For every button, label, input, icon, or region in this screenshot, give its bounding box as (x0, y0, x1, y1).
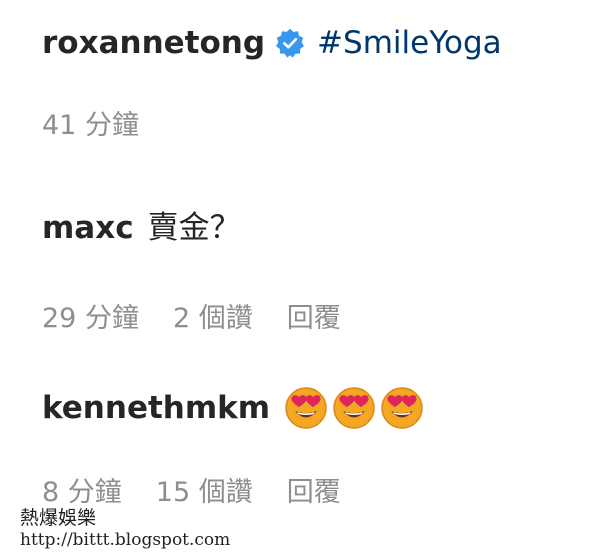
verified-badge-icon (275, 28, 305, 58)
comment-meta: 41 分鐘 (42, 106, 600, 146)
hashtag-link[interactable]: #SmileYoga (317, 20, 502, 66)
reply-button[interactable]: 回覆 (287, 299, 341, 339)
comment-text-line: roxannetong #SmileYoga (42, 20, 600, 66)
comment-username[interactable]: roxannetong (42, 20, 265, 66)
heart-eyes-emoji-icon (333, 387, 375, 429)
watermark: 熱爆娛樂 http://bittt.blogspot.com (20, 507, 230, 550)
comment-item: kennethmkm 8 分鐘 15 個讚 回覆 (42, 385, 600, 513)
reply-button[interactable]: 回覆 (287, 473, 341, 513)
watermark-title: 熱爆娛樂 (20, 506, 97, 529)
comment-likes-count[interactable]: 2 個讚 (173, 299, 253, 339)
comment-text-line: kennethmkm (42, 385, 600, 431)
comment-timestamp[interactable]: 41 分鐘 (42, 106, 139, 146)
comment-meta: 29 分鐘 2 個讚 回覆 (42, 299, 600, 339)
comment-body-emojis (284, 386, 424, 430)
watermark-url: http://bittt.blogspot.com (20, 529, 231, 550)
comment-text-line: maxc 賣金？ (42, 205, 600, 251)
comment-username[interactable]: kennethmkm (42, 385, 270, 431)
comment-username[interactable]: maxc (42, 205, 134, 251)
comment-item: roxannetong #SmileYoga 41 分鐘 (42, 20, 600, 146)
comment-timestamp[interactable]: 29 分鐘 (42, 299, 139, 339)
heart-eyes-emoji-icon (285, 387, 327, 429)
comment-item: maxc 賣金？ 29 分鐘 2 個讚 回覆 (42, 205, 600, 339)
comment-body: 賣金？ (147, 210, 241, 246)
heart-eyes-emoji-icon (381, 387, 423, 429)
